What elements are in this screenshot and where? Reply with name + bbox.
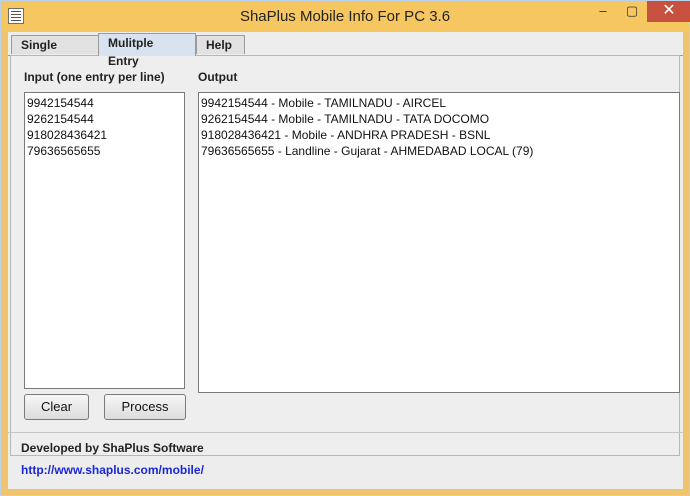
input-textarea[interactable]: 9942154544 9262154544 918028436421 79636… bbox=[24, 92, 185, 389]
close-button[interactable]: ✕ bbox=[647, 1, 690, 22]
process-button[interactable]: Process bbox=[104, 394, 186, 420]
input-line: 79636565655 bbox=[27, 144, 101, 158]
footer-divider bbox=[8, 432, 683, 433]
tab-help[interactable]: Help bbox=[196, 35, 245, 54]
output-line: 918028436421 - Mobile - ANDHRA PRADESH -… bbox=[201, 128, 491, 142]
input-line: 9262154544 bbox=[27, 112, 94, 126]
input-label: Input (one entry per line) bbox=[24, 70, 165, 84]
website-link[interactable]: http://www.shaplus.com/mobile/ bbox=[21, 463, 204, 477]
input-line: 918028436421 bbox=[27, 128, 108, 142]
tab-bar: Single Entry Mulitple Entry Help bbox=[8, 32, 683, 70]
window-title: ShaPlus Mobile Info For PC 3.6 bbox=[239, 8, 451, 25]
minimize-button[interactable]: – bbox=[589, 1, 617, 22]
title-bar[interactable]: ShaPlus Mobile Info For PC 3.6 – ▢ ✕ bbox=[1, 1, 690, 31]
output-label: Output bbox=[198, 70, 238, 84]
input-line: 9942154544 bbox=[27, 96, 94, 110]
output-line: 9262154544 - Mobile - TAMILNADU - TATA D… bbox=[201, 112, 490, 126]
client-area: Single Entry Mulitple Entry Help Input (… bbox=[8, 32, 683, 489]
maximize-button[interactable]: ▢ bbox=[618, 1, 646, 22]
output-line: 79636565655 - Landline - Gujarat - AHMED… bbox=[201, 144, 534, 158]
developer-credit: Developed by ShaPlus Software bbox=[21, 441, 204, 455]
multiple-entry-panel: Input (one entry per line) Output 994215… bbox=[10, 55, 680, 456]
app-window: ShaPlus Mobile Info For PC 3.6 – ▢ ✕ Sin… bbox=[0, 0, 690, 496]
output-line: 9942154544 - Mobile - TAMILNADU - AIRCEL bbox=[201, 96, 446, 110]
clear-button[interactable]: Clear bbox=[24, 394, 89, 420]
output-textarea[interactable]: 9942154544 - Mobile - TAMILNADU - AIRCEL… bbox=[198, 92, 680, 393]
tab-single-entry[interactable]: Single Entry bbox=[11, 35, 99, 70]
tab-multiple-entry[interactable]: Mulitple Entry bbox=[98, 33, 196, 68]
